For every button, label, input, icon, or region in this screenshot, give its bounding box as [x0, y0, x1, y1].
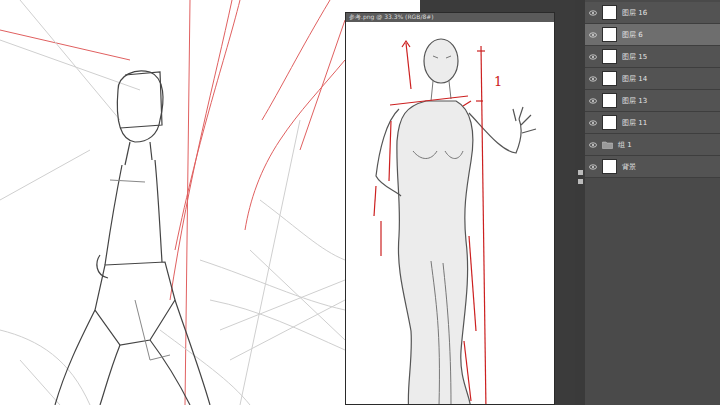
layer-thumbnail: [602, 159, 617, 174]
eye-icon[interactable]: [589, 164, 597, 170]
layer-row[interactable]: 图层 6: [585, 24, 720, 46]
eye-icon[interactable]: [589, 120, 597, 126]
panel-toolstrip: [575, 0, 585, 405]
layers-panel: 图层 16 图层 6 图层 15 图层 14 图层 13 图层 11 组 1 背景: [575, 0, 720, 405]
layer-name: 图层 13: [622, 96, 647, 106]
eye-icon[interactable]: [589, 76, 597, 82]
layer-row[interactable]: 图层 11: [585, 112, 720, 134]
figure-drawing: [346, 22, 554, 404]
layer-thumbnail: [602, 71, 617, 86]
measure-label: 1: [494, 74, 502, 89]
workspace-background: [555, 0, 575, 405]
layer-name: 图层 16: [622, 8, 647, 18]
layer-name: 图层 6: [622, 30, 643, 40]
layer-row[interactable]: 图层 15: [585, 46, 720, 68]
layer-name: 图层 14: [622, 74, 647, 84]
window-title[interactable]: 参考.png @ 33.3% (RGB/8#): [346, 13, 554, 22]
eye-icon[interactable]: [589, 98, 597, 104]
layer-row[interactable]: 图层 13: [585, 90, 720, 112]
tool-icon[interactable]: [578, 179, 583, 184]
layer-row[interactable]: 图层 14: [585, 68, 720, 90]
reference-image: 1: [346, 22, 554, 404]
layer-row[interactable]: 组 1: [585, 134, 720, 156]
eye-icon[interactable]: [589, 10, 597, 16]
eye-icon[interactable]: [589, 142, 597, 148]
folder-icon: [602, 141, 613, 149]
layer-name: 组 1: [618, 140, 632, 150]
layer-row[interactable]: 背景: [585, 156, 720, 178]
layer-thumbnail: [602, 27, 617, 42]
layer-name: 图层 15: [622, 52, 647, 62]
drawing-canvas[interactable]: 参考.png @ 33.3% (RGB/8#): [0, 0, 575, 405]
eye-icon[interactable]: [589, 54, 597, 60]
layer-thumbnail: [602, 115, 617, 130]
layer-name: 图层 11: [622, 118, 647, 128]
layer-thumbnail: [602, 93, 617, 108]
layer-list: 图层 16 图层 6 图层 15 图层 14 图层 13 图层 11 组 1 背景: [585, 0, 720, 405]
layer-thumbnail: [602, 49, 617, 64]
layer-name: 背景: [622, 162, 636, 172]
layer-thumbnail: [602, 5, 617, 20]
tool-icon[interactable]: [578, 170, 583, 175]
layer-row[interactable]: 图层 16: [585, 2, 720, 24]
reference-window[interactable]: 参考.png @ 33.3% (RGB/8#): [345, 12, 555, 405]
eye-icon[interactable]: [589, 32, 597, 38]
